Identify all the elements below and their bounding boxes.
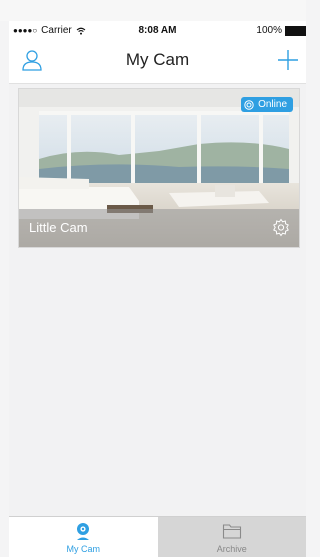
tab-label: Archive — [216, 544, 247, 554]
tab-archive[interactable]: Archive — [157, 517, 306, 557]
online-icon — [244, 99, 254, 110]
nav-bar: My Cam — [9, 39, 306, 84]
battery-icon — [285, 25, 306, 36]
page-title: My Cam — [125, 50, 190, 69]
tab-bar: My Cam Archive — [9, 516, 306, 557]
plus-icon — [278, 50, 298, 70]
battery-percent: 100% — [256, 25, 282, 36]
camera-card[interactable]: Online Little Cam — [18, 88, 300, 248]
gear-icon — [273, 218, 289, 237]
tab-label: My Cam — [66, 544, 101, 554]
status-badge: Online — [241, 97, 293, 112]
tab-my-cam[interactable]: My Cam — [9, 517, 158, 557]
camera-icon — [77, 523, 90, 540]
status-bar: ●●●●○ Carrier 8:08 AM 100% — [9, 21, 306, 39]
status-text: Online — [258, 99, 287, 110]
add-camera-button[interactable] — [276, 48, 300, 72]
battery-group: 100% — [256, 25, 306, 36]
card-footer: Little Cam — [19, 209, 299, 247]
camera-settings-button[interactable] — [271, 218, 291, 238]
folder-icon — [222, 524, 241, 539]
camera-list: Online Little Cam — [9, 84, 306, 516]
top-band — [0, 0, 306, 21]
camera-name: Little Cam — [29, 220, 88, 235]
